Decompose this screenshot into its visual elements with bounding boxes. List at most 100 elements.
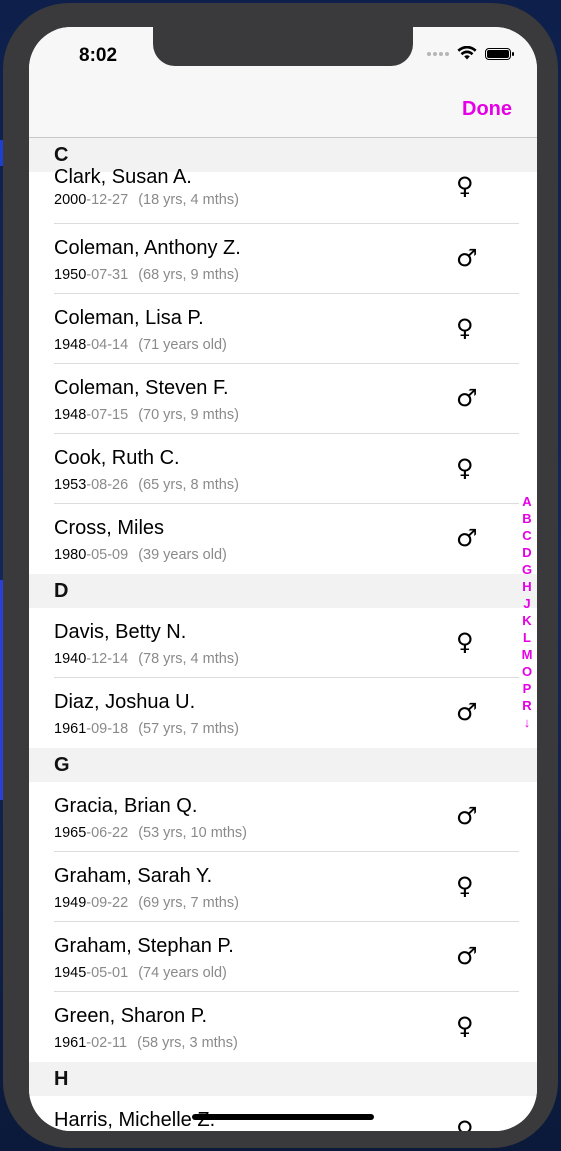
section-index-bar[interactable]: A B C D G H J K L M O P R ↓ [520, 493, 534, 731]
index-letter-c[interactable]: C [520, 527, 534, 544]
contact-age: (74 years old) [138, 965, 227, 981]
section-header-h: H [29, 1062, 537, 1096]
battery-icon [485, 47, 514, 60]
female-icon: ♀ [456, 1012, 474, 1040]
contact-row[interactable]: Green, Sharon P. 1961-02-11 (58 yrs, 3 mth… [29, 992, 537, 1062]
section-header-d: D [29, 574, 537, 608]
contact-birthdate: 1950-07-31 (68 yrs, 9 mths) [54, 267, 239, 283]
birth-month-day: -05-01 [86, 965, 129, 981]
contact-age: (69 yrs, 7 mths) [138, 895, 239, 911]
contact-name: Green, Sharon P. [54, 1005, 208, 1027]
contact-birthdate: 1949-09-22 (69 yrs, 7 mths) [54, 895, 239, 911]
male-icon: ♂ [456, 384, 478, 412]
birth-month-day: -07-15 [86, 407, 129, 423]
contact-row[interactable]: Diaz, Joshua U. 1961-09-18 (57 yrs, 7 mths… [29, 678, 537, 748]
home-indicator[interactable] [192, 1114, 374, 1120]
phone-bezel: 8:02 Done C Clark, Susan A. 2000-12-27 (18 … [3, 3, 558, 1148]
female-icon: ♀ [456, 1116, 474, 1131]
cellular-signal-icon [427, 51, 449, 56]
male-icon: ♂ [456, 524, 478, 552]
index-letter-m[interactable]: M [520, 646, 534, 663]
birth-year: 1961 [54, 721, 87, 737]
birth-month-day: -07-31 [86, 267, 129, 283]
female-icon: ♀ [456, 172, 474, 200]
birth-year: 1980 [54, 547, 87, 563]
index-letter-o[interactable]: O [520, 663, 534, 680]
index-letter-l[interactable]: L [520, 629, 534, 646]
index-letter-a[interactable]: A [520, 493, 534, 510]
index-down-arrow-icon[interactable]: ↓ [520, 714, 534, 731]
contact-row[interactable]: Cook, Ruth C. 1953-08-26 (65 yrs, 8 mths) ♀ [29, 434, 537, 504]
contact-row[interactable]: Davis, Betty N. 1940-12-14 (78 yrs, 4 mths… [29, 608, 537, 678]
contact-row[interactable]: Coleman, Steven F. 1948-07-15 (70 yrs, 9 m… [29, 364, 537, 434]
status-icons [427, 46, 514, 61]
wifi-icon [457, 46, 477, 60]
index-letter-p[interactable]: P [520, 680, 534, 697]
contact-name: Coleman, Anthony Z. [54, 237, 241, 259]
female-icon: ♀ [456, 454, 474, 482]
birth-month-day: -08-26 [86, 477, 129, 493]
index-letter-r[interactable]: R [520, 697, 534, 714]
birth-month-day: -06-22 [86, 825, 129, 841]
contact-age: (57 yrs, 7 mths) [138, 721, 239, 737]
notch [153, 27, 413, 66]
contact-row[interactable]: Graham, Stephan P. 1945-05-01 (74 years ol… [29, 922, 537, 992]
female-icon: ♀ [456, 872, 474, 900]
status-time: 8:02 [79, 45, 118, 66]
index-letter-d[interactable]: D [520, 544, 534, 561]
contact-row[interactable]: Coleman, Anthony Z. 1950-07-31 (68 yrs, 9 … [29, 224, 537, 294]
birth-year: 1949 [54, 895, 87, 911]
contact-birthdate: 1980-05-09 (39 years old) [54, 547, 227, 563]
contact-row[interactable]: Clark, Susan A. 2000-12-27 (18 yrs, 4 mths… [29, 166, 537, 224]
male-icon: ♂ [456, 244, 478, 272]
birth-year: 1961 [54, 1035, 87, 1051]
contact-name: Clark, Susan A. [54, 166, 192, 188]
contact-name: Gracia, Brian Q. [54, 795, 198, 817]
contact-age: (53 yrs, 10 mths) [138, 825, 247, 841]
contact-name: Davis, Betty N. [54, 621, 187, 643]
contact-name: Harris, Michelle Z. [54, 1109, 216, 1131]
birth-month-day: -12-27 [86, 192, 129, 208]
index-letter-b[interactable]: B [520, 510, 534, 527]
birth-year: 2000 [54, 192, 87, 208]
birth-year: 1945 [54, 965, 87, 981]
contact-name: Cross, Miles [54, 517, 165, 539]
contact-birthdate: 1965-06-22 (53 yrs, 10 mths) [54, 825, 247, 841]
birth-year: 1948 [54, 337, 87, 353]
contact-row[interactable]: Graham, Sarah Y. 1949-09-22 (69 yrs, 7 mth… [29, 852, 537, 922]
birth-month-day: -04-14 [86, 337, 129, 353]
female-icon: ♀ [456, 314, 474, 342]
contact-name: Graham, Sarah Y. [54, 865, 213, 887]
contact-row[interactable]: Gracia, Brian Q. 1965-06-22 (53 yrs, 10 mt… [29, 782, 537, 852]
birth-year: 1948 [54, 407, 87, 423]
male-icon: ♂ [456, 698, 478, 726]
birth-year: 1950 [54, 267, 87, 283]
contact-birthdate: 1948-07-15 (70 yrs, 9 mths) [54, 407, 239, 423]
contact-birthdate: 1953-08-26 (65 yrs, 8 mths) [54, 477, 239, 493]
birth-year: 1940 [54, 651, 87, 667]
contact-birthdate: 1961-09-18 (57 yrs, 7 mths) [54, 721, 239, 737]
contact-row[interactable]: Coleman, Lisa P. 1948-04-14 (71 years old)… [29, 294, 537, 364]
male-icon: ♂ [456, 802, 478, 830]
contact-name: Coleman, Steven F. [54, 377, 229, 399]
index-letter-k[interactable]: K [520, 612, 534, 629]
birth-month-day: -09-22 [86, 895, 129, 911]
birth-month-day: -09-18 [86, 721, 129, 737]
index-letter-j[interactable]: J [520, 595, 534, 612]
index-letter-g[interactable]: G [520, 561, 534, 578]
contact-name: Coleman, Lisa P. [54, 307, 204, 329]
contact-name: Diaz, Joshua U. [54, 691, 196, 713]
contact-age: (18 yrs, 4 mths) [138, 192, 239, 208]
phone-screen: 8:02 Done C Clark, Susan A. 2000-12-27 (18 … [29, 27, 537, 1131]
done-button[interactable]: Done [462, 98, 512, 121]
contact-age: (58 yrs, 3 mths) [137, 1035, 238, 1051]
birth-month-day: -05-09 [86, 547, 129, 563]
contact-row[interactable]: Cross, Miles 1980-05-09 (39 years old) ♂ [29, 504, 537, 574]
index-letter-h[interactable]: H [520, 578, 534, 595]
contact-age: (70 yrs, 9 mths) [138, 407, 239, 423]
birth-year: 1953 [54, 477, 87, 493]
contact-birthdate: 1948-04-14 (71 years old) [54, 337, 227, 353]
contact-age: (68 yrs, 9 mths) [138, 267, 239, 283]
male-icon: ♂ [456, 942, 478, 970]
contact-age: (39 years old) [138, 547, 227, 563]
